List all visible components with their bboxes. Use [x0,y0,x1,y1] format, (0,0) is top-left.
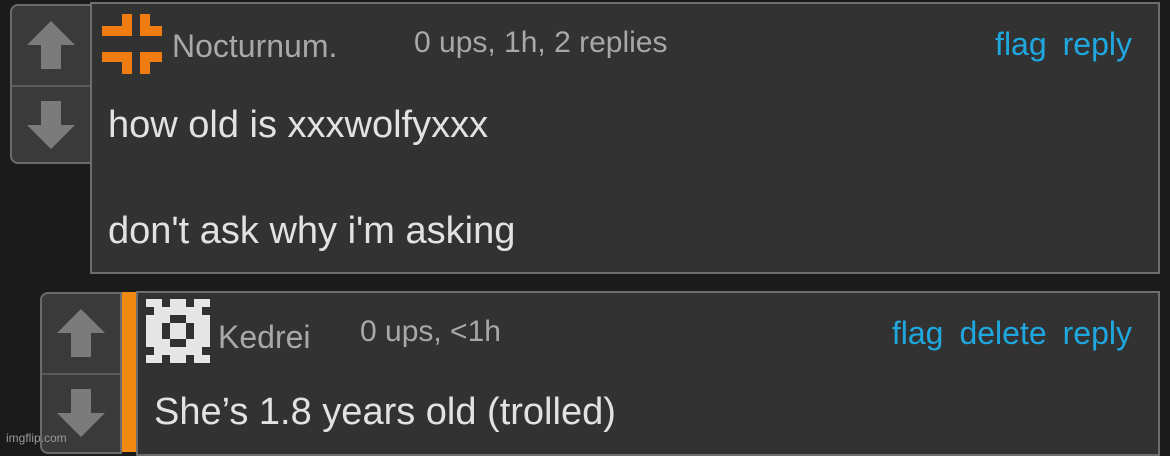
username[interactable]: Kedrei [218,319,311,356]
upvote-button[interactable] [42,294,120,372]
delete-link[interactable]: delete [959,315,1046,352]
comment-text-line: how old is xxxwolfyxxx [108,104,489,146]
vote-box-2 [40,292,122,454]
comment-meta: 0 ups, <1h [360,315,501,348]
comment-actions: flag reply [995,26,1132,63]
upvote-button[interactable] [12,6,90,84]
reply-link[interactable]: reply [1063,315,1132,352]
orange-cross-icon [102,14,162,74]
reply-link[interactable]: reply [1063,26,1132,63]
pixel-pattern-icon [146,299,210,363]
flag-link[interactable]: flag [892,315,944,352]
up-arrow-icon [27,21,75,69]
username[interactable]: Nocturnum. [172,28,337,65]
downvote-button[interactable] [12,87,90,163]
comment-text-line: She’s 1.8 years old (trolled) [154,391,616,433]
comment-2: Kedrei 0 ups, <1h flag delete reply She’… [136,291,1160,456]
comment-1: Nocturnum. 0 ups, 1h, 2 replies flag rep… [90,2,1160,274]
up-arrow-icon [57,309,105,357]
down-arrow-icon [27,101,75,149]
comment-text-line: don't ask why i'm asking [108,210,516,252]
vote-box-1 [10,4,92,164]
comment-meta: 0 ups, 1h, 2 replies [414,26,668,59]
flag-link[interactable]: flag [995,26,1047,63]
comment-actions: flag delete reply [892,315,1132,352]
watermark: imgflip.com [6,431,67,445]
